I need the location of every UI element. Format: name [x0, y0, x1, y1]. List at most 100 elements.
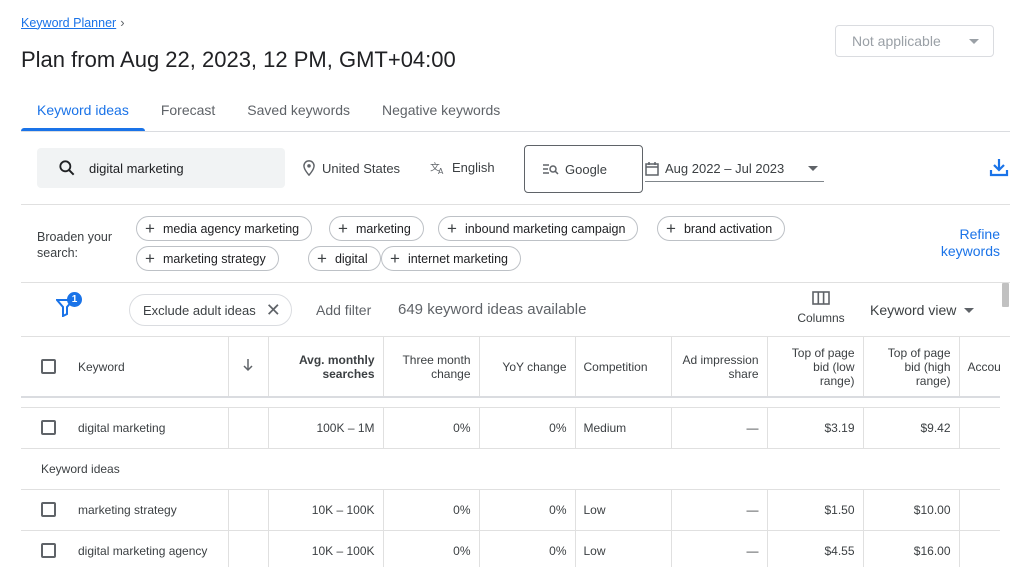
caret-down-icon	[964, 307, 975, 313]
header-competition[interactable]: Competition	[575, 337, 672, 398]
not-applicable-select[interactable]: Not applicable	[835, 25, 994, 57]
chip-label: internet marketing	[407, 251, 508, 266]
header-yoy-change[interactable]: YoY change	[479, 337, 576, 398]
search-network-icon	[543, 164, 559, 175]
exclude-adult-ideas-chip[interactable]: Exclude adult ideas ✕	[129, 294, 292, 326]
three-month-cell: 0%	[383, 407, 480, 449]
plus-icon: +	[390, 249, 400, 268]
sort-arrow-cell[interactable]	[228, 337, 269, 398]
broaden-chip[interactable]: + inbound marketing campaign	[438, 216, 639, 241]
date-range-selector[interactable]: Aug 2022 – Jul 2023	[645, 156, 824, 182]
chip-label: media agency marketing	[162, 221, 300, 236]
chip-label: marketing	[355, 221, 411, 236]
bid-high-cell: $10.00	[863, 489, 960, 531]
account-cell	[959, 530, 1000, 567]
search-icon	[59, 160, 75, 176]
date-range-value: Aug 2022 – Jul 2023	[665, 161, 785, 176]
broaden-chip[interactable]: + marketing strategy	[136, 246, 279, 271]
keyword-cell: digital marketing	[21, 407, 229, 449]
page-title: Plan from Aug 22, 2023, 12 PM, GMT+04:00	[21, 47, 456, 72]
tab-saved-keywords[interactable]: Saved keywords	[231, 90, 366, 130]
table-row: marketing strategy 10K – 100K 0% 0% Low …	[21, 489, 1000, 531]
close-icon[interactable]: ✕	[266, 300, 281, 321]
table-row: digital marketing 100K – 1M 0% 0% Medium…	[21, 407, 1000, 449]
location-selector[interactable]: United States	[302, 160, 400, 176]
header-ad-impression-share[interactable]: Ad impression share	[671, 337, 768, 398]
bid-high-cell: $9.42	[863, 407, 960, 449]
broaden-chip[interactable]: + marketing	[329, 216, 424, 241]
chip-label: inbound marketing campaign	[464, 221, 626, 236]
plus-icon: +	[338, 219, 348, 238]
competition-cell: Medium	[575, 407, 672, 449]
plus-icon: +	[666, 219, 676, 238]
header-account-status[interactable]: Accou	[959, 337, 1000, 398]
ad-impression-cell: —	[671, 407, 768, 449]
header-three-month-change[interactable]: Three month change	[383, 337, 480, 398]
bid-high-cell: $16.00	[863, 530, 960, 567]
caret-down-icon	[969, 39, 979, 44]
add-filter-button[interactable]: Add filter	[316, 302, 371, 318]
keyword-view-label: Keyword view	[870, 302, 957, 318]
select-all-checkbox[interactable]	[41, 359, 56, 374]
three-month-cell: 0%	[383, 489, 480, 531]
broaden-label: Broaden your search:	[37, 230, 113, 260]
keyword-search-input[interactable]: digital marketing	[37, 148, 285, 188]
filter-count-badge: 1	[67, 292, 82, 307]
account-cell	[959, 407, 1000, 449]
bid-low-cell: $1.50	[767, 489, 864, 531]
breadcrumb: Keyword Planner ›	[21, 15, 125, 30]
columns-label: Columns	[797, 311, 845, 325]
chip-label: marketing strategy	[162, 251, 266, 266]
plus-icon: +	[447, 219, 457, 238]
section-label: Keyword ideas	[21, 448, 1000, 490]
empty-cell	[228, 407, 269, 449]
language-value: English	[452, 160, 495, 175]
bid-low-cell: $4.55	[767, 530, 864, 567]
broaden-chip[interactable]: + internet marketing	[381, 246, 521, 271]
row-checkbox[interactable]	[41, 420, 56, 435]
header-top-bid-low[interactable]: Top of page bid (low range)	[767, 337, 864, 398]
download-icon[interactable]	[989, 157, 1009, 177]
tab-forecast[interactable]: Forecast	[145, 90, 231, 130]
search-query: digital marketing	[89, 160, 184, 176]
yoy-cell: 0%	[479, 489, 576, 531]
search-network-selector[interactable]: Google	[524, 145, 643, 193]
select-value: Not applicable	[852, 33, 941, 49]
keyword-ideas-panel: digital marketing United States 文A Engli…	[21, 131, 1010, 567]
broaden-chip[interactable]: + brand activation	[657, 216, 786, 241]
engine-value: Google	[565, 161, 607, 177]
empty-cell	[228, 530, 269, 567]
scrollbar-thumb[interactable]	[1002, 283, 1009, 307]
tab-keyword-ideas[interactable]: Keyword ideas	[21, 90, 145, 131]
refine-keywords-button[interactable]: Refine keywords	[941, 226, 1000, 260]
header-keyword: Keyword	[21, 337, 229, 398]
chevron-right-icon: ›	[120, 15, 125, 30]
keyword-cell: digital marketing agency	[21, 530, 229, 567]
caret-down-icon	[808, 166, 818, 171]
breadcrumb-keyword-planner-link[interactable]: Keyword Planner	[21, 16, 116, 30]
chip-label: brand activation	[683, 221, 773, 236]
plus-icon: +	[145, 219, 155, 238]
broaden-chip[interactable]: + digital	[308, 246, 381, 271]
avg-searches-cell: 100K – 1M	[268, 407, 384, 449]
broaden-chip[interactable]: + media agency marketing	[136, 216, 313, 241]
tab-negative-keywords[interactable]: Negative keywords	[366, 90, 516, 130]
ad-impression-cell: —	[671, 489, 768, 531]
arrow-down-icon	[243, 359, 253, 372]
svg-text:A: A	[438, 167, 444, 175]
refine-label: keywords	[940, 243, 1000, 259]
chip-label: Exclude adult ideas	[143, 302, 256, 318]
refine-label: Refine	[959, 226, 1000, 242]
header-top-bid-high[interactable]: Top of page bid (high range)	[863, 337, 960, 398]
bid-low-cell: $3.19	[767, 407, 864, 449]
columns-button[interactable]: Columns	[791, 291, 851, 325]
avg-searches-cell: 10K – 100K	[268, 530, 384, 567]
row-checkbox[interactable]	[41, 543, 56, 558]
search-settings-row: digital marketing United States 文A Engli…	[21, 132, 1010, 205]
keyword-view-selector[interactable]: Keyword view	[870, 302, 975, 318]
location-value: United States	[322, 160, 401, 176]
header-avg-monthly-searches[interactable]: Avg. monthly searches	[268, 337, 384, 398]
chip-label: digital	[334, 251, 368, 266]
row-checkbox[interactable]	[41, 502, 56, 517]
language-selector[interactable]: 文A English	[430, 160, 495, 175]
